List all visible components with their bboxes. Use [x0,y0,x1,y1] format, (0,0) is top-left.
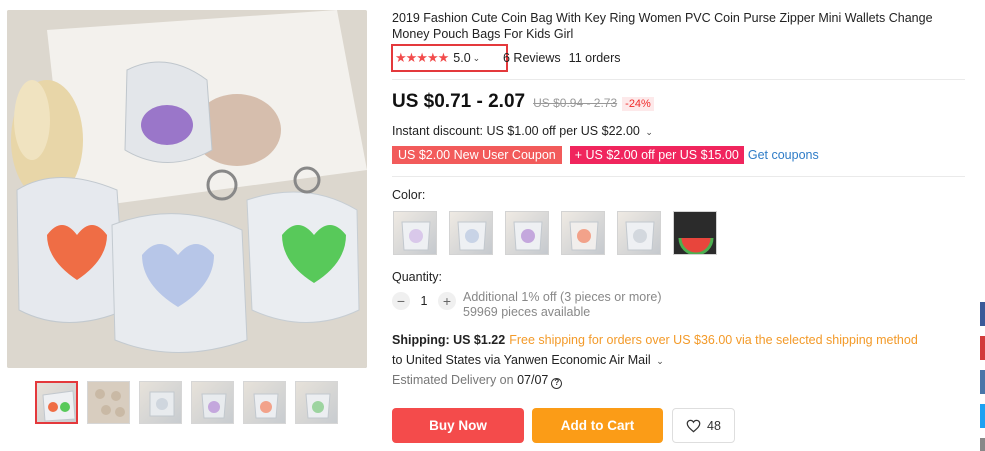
instant-discount-text: Instant discount: US $1.00 off per US $2… [392,124,640,138]
quantity-decrease-button[interactable]: − [392,292,410,310]
quantity-increase-button[interactable]: + [438,292,456,310]
color-swatch-5[interactable] [617,211,661,255]
rating-box[interactable]: ★★★★★ 5.0 ⌄ [391,44,508,72]
add-to-cart-button[interactable]: Add to Cart [532,408,663,443]
quantity-input[interactable]: 1 [410,294,438,308]
rating-value: 5.0 [453,51,471,65]
estimated-delivery-date: 07/07 [517,373,549,387]
bulk-discount-note: Additional 1% off (3 pieces or more) [463,290,662,304]
heart-icon [686,419,701,432]
estimated-delivery-label: Estimated Delivery on [392,373,518,387]
shipping-cost: Shipping: US $1.22 [392,333,506,347]
thumbnail-3[interactable] [139,381,182,424]
quantity-notes: Additional 1% off (3 pieces or more) 599… [463,290,661,320]
color-swatch-3[interactable] [505,211,549,255]
chevron-down-icon: ⌄ [472,52,481,63]
thumbnail-1[interactable] [35,381,78,424]
shipping-method[interactable]: to United States via Yanwen Economic Air… [392,353,664,367]
extra-coupon[interactable]: + US $2.00 off per US $15.00 [569,146,744,164]
reviews-link[interactable]: 6 Reviews [503,51,561,65]
original-price: US $0.94 - 2.73 [533,96,618,110]
divider [392,176,965,177]
share-sidebar [980,302,985,451]
buy-now-button[interactable]: Buy Now [392,408,524,443]
shipping-row: Shipping: US $1.22 Free shipping for orde… [392,333,918,347]
wishlist-button[interactable]: 48 [672,408,735,443]
coupon-row: US $2.00 New User Coupon + US $2.00 off … [392,146,819,164]
color-swatch-4[interactable] [561,211,605,255]
facebook-share-icon[interactable] [980,302,985,326]
shipping-method-text: to United States via Yanwen Economic Air… [392,353,651,367]
free-shipping-note: Free shipping for orders over US $36.00 … [509,333,918,347]
orders-count: 11 orders [568,51,621,65]
color-swatches [393,211,717,255]
get-coupons-link[interactable]: Get coupons [748,148,819,162]
color-swatch-2[interactable] [449,211,493,255]
estimated-delivery: Estimated Delivery on 07/07? [392,373,563,389]
twitter-share-icon[interactable] [980,404,985,428]
help-icon[interactable]: ? [551,378,563,389]
stock-available: 59969 pieces available [463,305,591,319]
current-price: US $0.71 - 2.07 [392,91,526,112]
rating-row: ★★★★★ 5.0 ⌄ 6 Reviews 11 orders [391,44,621,72]
main-product-image[interactable] [7,10,367,368]
thumbnail-strip [35,381,338,424]
quantity-stepper: − 1 + [392,292,456,310]
vk-share-icon[interactable] [980,370,985,394]
product-title: 2019 Fashion Cute Coin Bag With Key Ring… [392,11,933,41]
thumbnail-4[interactable] [191,381,234,424]
instant-discount[interactable]: Instant discount: US $1.00 off per US $2… [392,124,653,138]
color-swatch-1[interactable] [393,211,437,255]
thumbnail-5[interactable] [243,381,286,424]
chevron-down-icon: ⌄ [645,127,653,137]
color-label: Color: [392,188,426,202]
chevron-down-icon: ⌄ [656,356,664,366]
wishlist-count: 48 [707,418,721,433]
pinterest-share-icon[interactable] [980,336,985,360]
divider [392,79,965,80]
new-user-coupon[interactable]: US $2.00 New User Coupon [392,146,562,164]
color-swatch-6[interactable] [673,211,717,255]
price-row: US $0.71 - 2.07 US $0.94 - 2.73 -24% [392,91,654,113]
star-rating-icon: ★★★★★ [395,50,449,65]
more-share-icon[interactable] [980,438,985,451]
quantity-label: Quantity: [392,270,443,284]
discount-badge: -24% [622,97,654,111]
thumbnail-2[interactable] [87,381,130,424]
thumbnail-6[interactable] [295,381,338,424]
